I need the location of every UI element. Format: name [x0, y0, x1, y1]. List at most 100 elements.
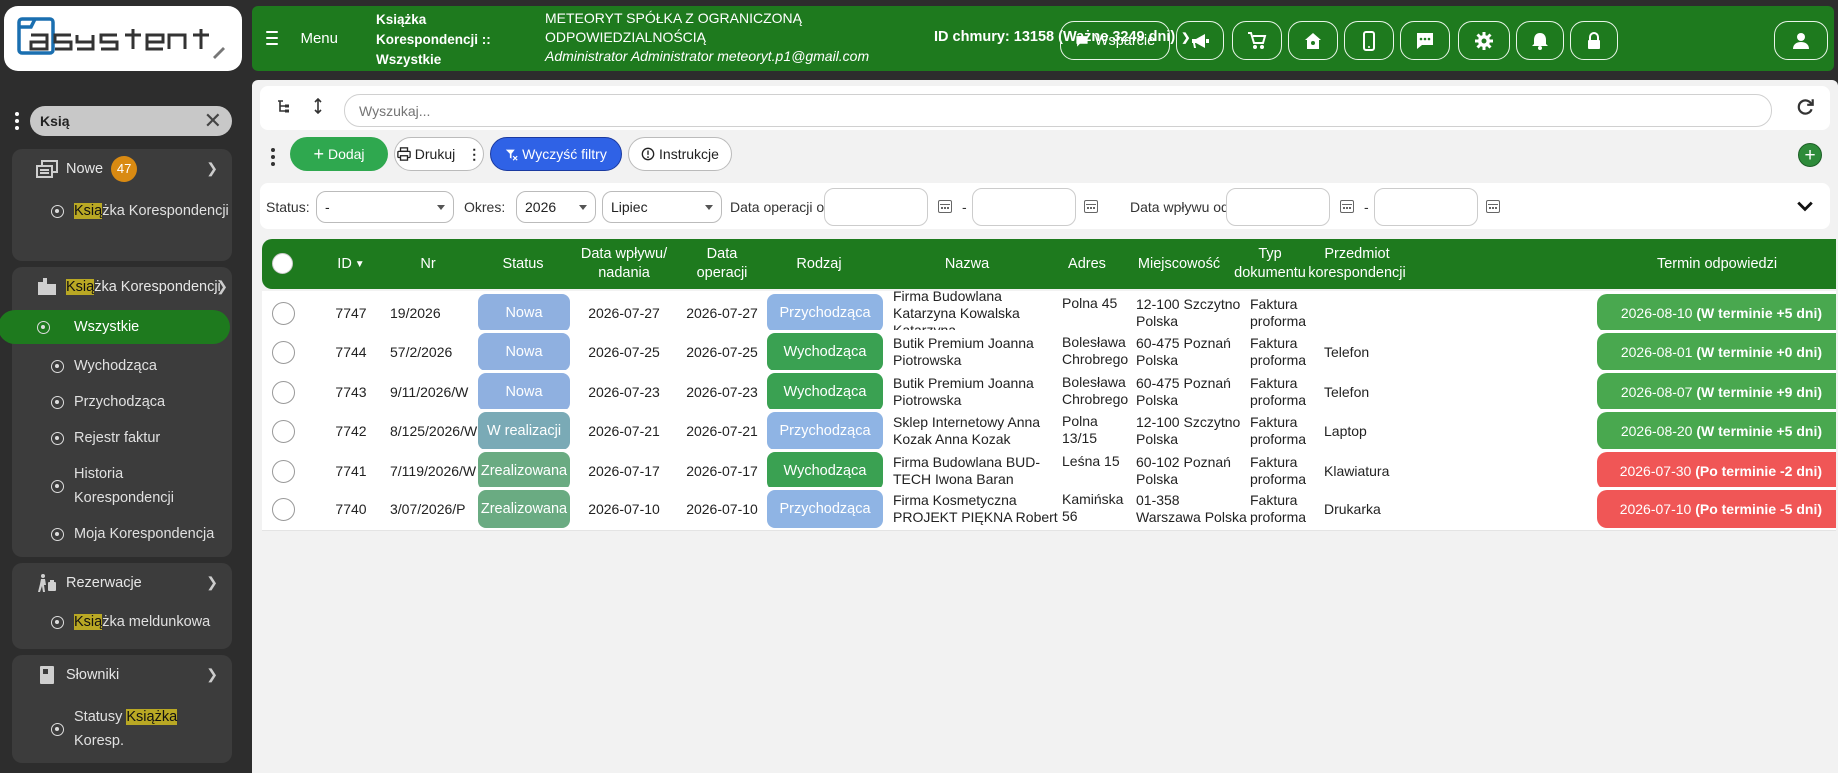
sidebar-item-outgoing[interactable]: Wychodząca — [12, 354, 232, 378]
sidebar-item-label: Wszystkie — [74, 319, 140, 335]
row-checkbox[interactable] — [272, 498, 295, 521]
announcements-button[interactable] — [1176, 21, 1224, 60]
status-select[interactable]: - — [316, 191, 454, 223]
user-button[interactable] — [1774, 21, 1828, 60]
print-options-icon[interactable]: ⋮ — [467, 146, 481, 163]
chevron-down-icon[interactable] — [1796, 197, 1814, 215]
sidebar-section-header-reservations[interactable]: Rezerwacje ❯ — [12, 563, 232, 603]
row-checkbox[interactable] — [272, 460, 295, 483]
column-header-id[interactable]: ID ▼ — [316, 239, 386, 289]
cell-address: Polna 13/15 — [1062, 413, 1098, 446]
more-options-icon[interactable] — [270, 148, 276, 166]
gear-icon — [1475, 31, 1493, 50]
received-date-to-input[interactable] — [1374, 188, 1478, 226]
sidebar-item-guest-book[interactable]: Książka meldunkowa — [12, 610, 232, 634]
clear-filters-button[interactable]: Wyczyść filtry — [490, 137, 622, 171]
print-button[interactable]: Drukuj ⋮ — [394, 137, 484, 171]
sidebar-item-all[interactable]: Wszystkie — [0, 310, 230, 344]
sidebar-item-incoming[interactable]: Przychodząca — [12, 390, 232, 414]
settings-button[interactable] — [1458, 21, 1510, 60]
row-checkbox[interactable] — [272, 420, 295, 443]
sidebar-section-header-correspondence[interactable]: Książka Korespondencji ❯ — [12, 267, 232, 307]
received-date-from-input[interactable] — [1226, 188, 1330, 226]
row-checkbox[interactable] — [272, 302, 295, 325]
radio-bullet-icon — [51, 615, 64, 629]
calendar-icon[interactable] — [938, 200, 952, 213]
kind-badge: Wychodząca — [767, 373, 883, 411]
add-circle-icon[interactable]: + — [1798, 143, 1822, 167]
cell-city: 12-100 Szczytno Polska — [1136, 296, 1241, 329]
action-toolbar: + Dodaj Drukuj ⋮ Wyczyść filtry Instrukc… — [260, 133, 1830, 177]
cell-doctype: Faktura proforma — [1250, 492, 1307, 525]
notifications-button[interactable] — [1516, 21, 1564, 60]
cell-doctype: Faktura proforma — [1250, 414, 1307, 447]
clear-search-icon[interactable]: ✕ — [204, 108, 222, 134]
person-luggage-icon — [38, 574, 56, 592]
operation-date-from-input[interactable] — [824, 188, 928, 226]
operation-date-to-input[interactable] — [972, 188, 1076, 226]
mobile-button[interactable] — [1344, 21, 1394, 60]
app-window: Menu Książka Korespondencji :: Wszystkie… — [0, 0, 1838, 773]
lock-button[interactable] — [1570, 21, 1618, 60]
column-header-nr[interactable]: Nr — [388, 239, 468, 289]
column-header-subject[interactable]: Przedmiot korespondencji — [1306, 239, 1408, 289]
column-header-doctype[interactable]: Typ dokumentu — [1234, 239, 1306, 289]
year-select[interactable]: 2026 — [516, 191, 596, 223]
select-all-checkbox[interactable] — [272, 253, 293, 274]
kind-badge: Przychodząca — [767, 294, 883, 332]
sort-vertical-icon[interactable] — [308, 97, 328, 118]
sidebar-section-header-dictionaries[interactable]: Słowniki ❯ — [12, 655, 232, 695]
refresh-icon[interactable] — [1794, 96, 1816, 118]
period-filter-label: Okres: — [464, 199, 506, 215]
column-header-address[interactable]: Adres — [1052, 239, 1122, 289]
home-button[interactable] — [1288, 21, 1338, 60]
calendar-icon[interactable] — [1486, 200, 1500, 213]
table-row[interactable]: 7747 19/2026 Nowa 2026-07-27 2026-07-27 Przyc… — [262, 288, 1836, 338]
chat-button[interactable] — [1400, 21, 1450, 60]
row-checkbox[interactable] — [272, 341, 295, 364]
menu-label: Menu — [300, 29, 338, 47]
kind-badge: Wychodząca — [767, 452, 883, 490]
sidebar-search-input[interactable]: Ksią ✕ — [30, 106, 232, 136]
info-icon — [641, 147, 655, 161]
month-select[interactable]: Lipiec — [602, 191, 722, 223]
sidebar-item-label: Przychodząca — [74, 394, 166, 410]
cell-id: 7747 — [335, 304, 367, 321]
sidebar-section-header-new[interactable]: Nowe 47 ❯ — [12, 149, 232, 189]
cell-subject — [1324, 291, 1424, 335]
add-button[interactable]: + Dodaj — [290, 137, 388, 171]
instructions-button[interactable]: Instrukcje — [628, 137, 732, 171]
sidebar-item-statuses[interactable]: Statusy Książka Koresp. — [12, 705, 182, 753]
column-header-received[interactable]: Data wpływu/ nadania — [574, 239, 674, 289]
main-search-input[interactable] — [344, 94, 1772, 127]
calendar-icon[interactable] — [1084, 200, 1098, 213]
column-header-city[interactable]: Miejscowość — [1124, 239, 1234, 289]
sidebar-item-invoice-register[interactable]: Rejestr faktur — [12, 426, 232, 450]
radio-bullet-icon — [51, 431, 64, 445]
column-header-kind[interactable]: Rodzaj — [767, 239, 871, 289]
sidebar-item-history[interactable]: Historia Korespondencji — [12, 462, 192, 510]
support-button[interactable]: Wsparcie — [1060, 21, 1170, 60]
table-row[interactable]: 7743 9/11/2026/W Nowa 2026-07-23 2026-07-23 W… — [262, 370, 1836, 414]
book-icon — [40, 666, 54, 684]
table-row[interactable]: 7744 57/2/2026 Nowa 2026-07-25 2026-07-25 Wyc… — [262, 330, 1836, 374]
sidebar-options-icon[interactable] — [14, 112, 20, 130]
cart-button[interactable] — [1232, 21, 1282, 60]
status-badge: Nowa — [478, 333, 570, 371]
sidebar-item-my-correspondence[interactable]: Moja Korespondencja — [12, 522, 232, 546]
sidebar-item-new-correspondence[interactable]: Książka Korespondencji — [12, 199, 232, 223]
calendar-icon[interactable] — [1340, 200, 1354, 213]
column-header-status[interactable]: Status — [478, 239, 568, 289]
table-row[interactable]: 7742 8/125/2026/W W realizacji 2026-07-21 20… — [262, 409, 1836, 453]
cell-name: Butik Premium Joanna Piotrowska — [893, 335, 1034, 368]
tree-view-icon[interactable] — [274, 98, 294, 118]
column-header-deadline[interactable]: Termin odpowiedzi — [1602, 239, 1832, 289]
table-row[interactable]: 7740 3/07/2026/P Zrealizowana 2026-07-10 202… — [262, 487, 1836, 531]
menu-button[interactable]: Menu — [266, 26, 338, 50]
column-header-name[interactable]: Nazwa — [882, 239, 1052, 289]
asystent-logo[interactable] — [4, 6, 242, 71]
cell-id: 7744 — [335, 343, 367, 360]
row-checkbox[interactable] — [272, 381, 295, 404]
cell-nr: 9/11/2026/W — [390, 383, 469, 400]
column-header-operation[interactable]: Data operacji — [682, 239, 762, 289]
